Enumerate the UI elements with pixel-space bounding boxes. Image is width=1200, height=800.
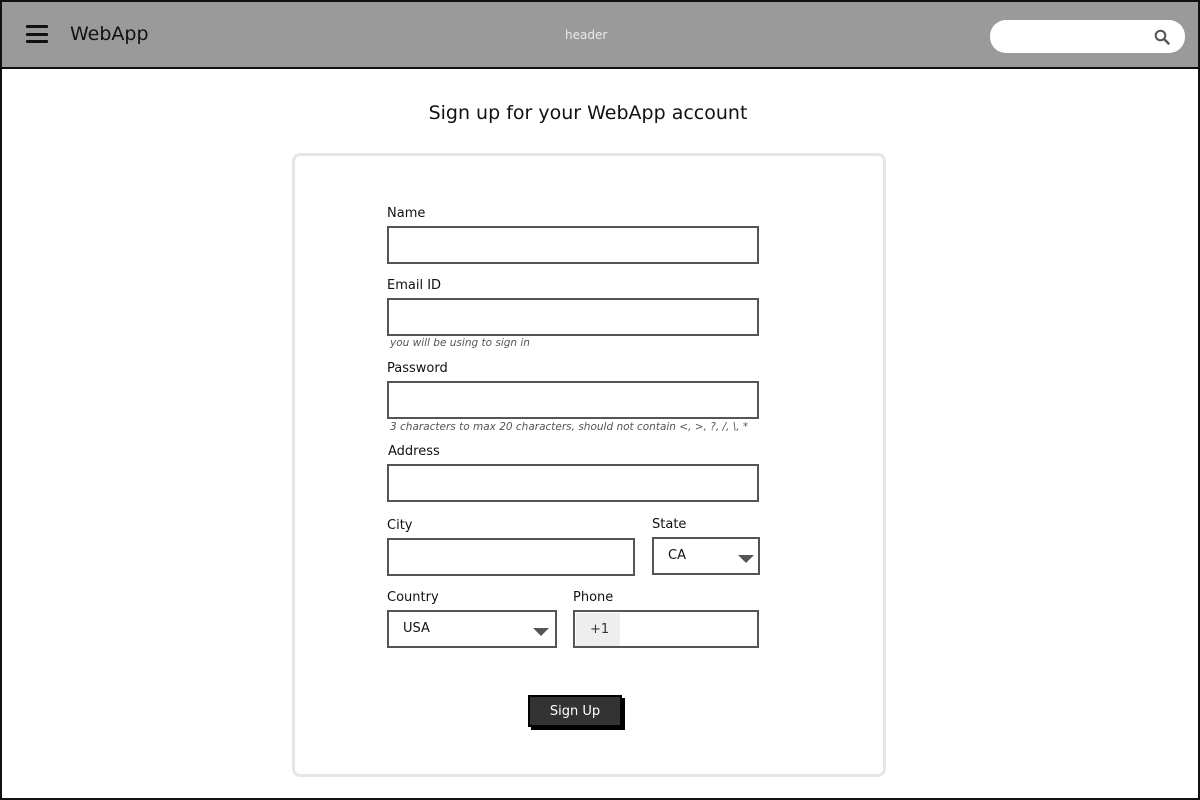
email-label: Email ID	[387, 278, 442, 293]
app-window: WebApp header Sign up for your WebApp ac…	[0, 0, 1200, 800]
page-title: Sign up for your WebApp account	[428, 102, 748, 124]
name-input[interactable]	[387, 226, 759, 264]
password-label: Password	[387, 361, 448, 376]
phone-label: Phone	[573, 590, 614, 605]
state-selected-value: CA	[668, 548, 686, 563]
country-label: Country	[387, 590, 439, 605]
address-label: Address	[388, 444, 440, 459]
chevron-down-icon	[533, 628, 549, 636]
email-hint: you will be using to sign in	[390, 337, 530, 349]
brand-name: WebApp	[70, 23, 149, 45]
country-selected-value: USA	[403, 621, 430, 636]
header-bar: WebApp header	[2, 2, 1198, 69]
password-input[interactable]	[387, 381, 759, 419]
city-label: City	[387, 518, 413, 533]
email-input[interactable]	[387, 298, 759, 336]
country-select[interactable]: USA	[387, 610, 557, 648]
hamburger-menu-icon[interactable]	[26, 25, 48, 43]
sign-up-button[interactable]: Sign Up	[528, 695, 622, 727]
state-select[interactable]: CA	[652, 537, 760, 575]
name-label: Name	[387, 206, 426, 221]
header-label: header	[565, 28, 608, 42]
search-icon[interactable]	[1154, 29, 1170, 45]
password-hint: 3 characters to max 20 characters, shoul…	[390, 421, 749, 433]
chevron-down-icon	[738, 555, 754, 563]
state-label: State	[652, 517, 687, 532]
city-input[interactable]	[387, 538, 635, 576]
phone-country-code: +1	[576, 613, 620, 646]
address-input[interactable]	[387, 464, 759, 502]
